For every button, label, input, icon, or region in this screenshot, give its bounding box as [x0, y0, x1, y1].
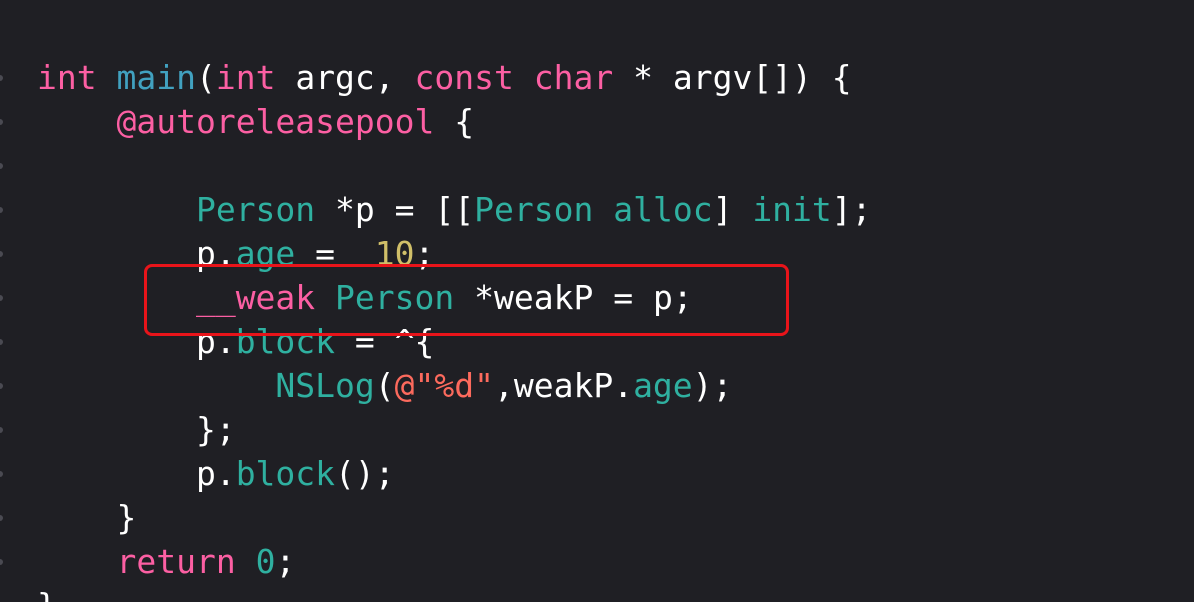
code-token: }; — [37, 410, 236, 449]
gutter-marker — [0, 383, 3, 389]
gutter-marker — [0, 559, 3, 565]
code-token: alloc — [613, 190, 713, 229]
gutter-marker — [0, 427, 3, 433]
code-line-9: }; — [37, 410, 236, 450]
code-token: Person — [474, 190, 594, 229]
gutter-marker — [0, 75, 3, 81]
code-token: p. — [37, 454, 236, 493]
code-line-10: p.block(); — [37, 454, 395, 494]
code-token: (); — [335, 454, 395, 493]
code-token: @"%d" — [394, 366, 494, 405]
code-token: @autoreleasepool — [116, 102, 435, 141]
code-token: ; — [275, 542, 296, 581]
code-line-8: NSLog(@"%d",weakP.age); — [37, 366, 732, 406]
code-line-1: int main(int argc, const char * argv[]) … — [37, 58, 852, 98]
code-token: } — [37, 586, 57, 602]
gutter-marker — [0, 471, 3, 477]
code-line-13: } — [37, 586, 57, 602]
code-token: } — [37, 498, 137, 537]
gutter-marker — [0, 163, 3, 169]
gutter-marker — [0, 119, 3, 125]
code-line-4: Person *p = [[Person alloc] init]; — [37, 190, 872, 230]
code-token: init — [752, 190, 832, 229]
code-token: ( — [195, 58, 216, 97]
code-line-2: @autoreleasepool { — [37, 102, 474, 142]
code-token: ]; — [831, 190, 872, 229]
code-token: block — [235, 454, 336, 493]
gutter-marker — [0, 295, 3, 301]
gutter-marker — [0, 515, 3, 521]
code-token: ); — [692, 366, 733, 405]
code-token: 0 — [255, 542, 276, 581]
code-line-12: return 0; — [37, 542, 295, 582]
code-token: ,weakP. — [493, 366, 634, 405]
code-line-11: } — [37, 498, 136, 538]
gutter-marker — [0, 207, 3, 213]
gutter-marker — [0, 339, 3, 345]
code-token: { — [434, 102, 475, 141]
code-token: *p = [[ — [315, 190, 475, 229]
code-token: int — [37, 58, 97, 97]
code-token: argc, — [275, 58, 415, 97]
code-token: return — [116, 542, 236, 581]
code-token: int — [215, 58, 276, 97]
code-token: ( — [374, 366, 395, 405]
code-editor[interactable]: int main(int argc, const char * argv[]) … — [0, 0, 1194, 602]
highlight-box — [144, 264, 789, 336]
code-token: NSLog — [275, 366, 375, 405]
code-token: * argv[]) { — [613, 58, 852, 97]
gutter-marker — [0, 251, 3, 257]
code-token: ] — [712, 190, 753, 229]
code-token: main — [116, 58, 196, 97]
code-token: Person — [195, 190, 316, 229]
code-token: char — [533, 58, 614, 97]
code-token: age — [633, 366, 693, 405]
code-token: const — [414, 58, 514, 97]
